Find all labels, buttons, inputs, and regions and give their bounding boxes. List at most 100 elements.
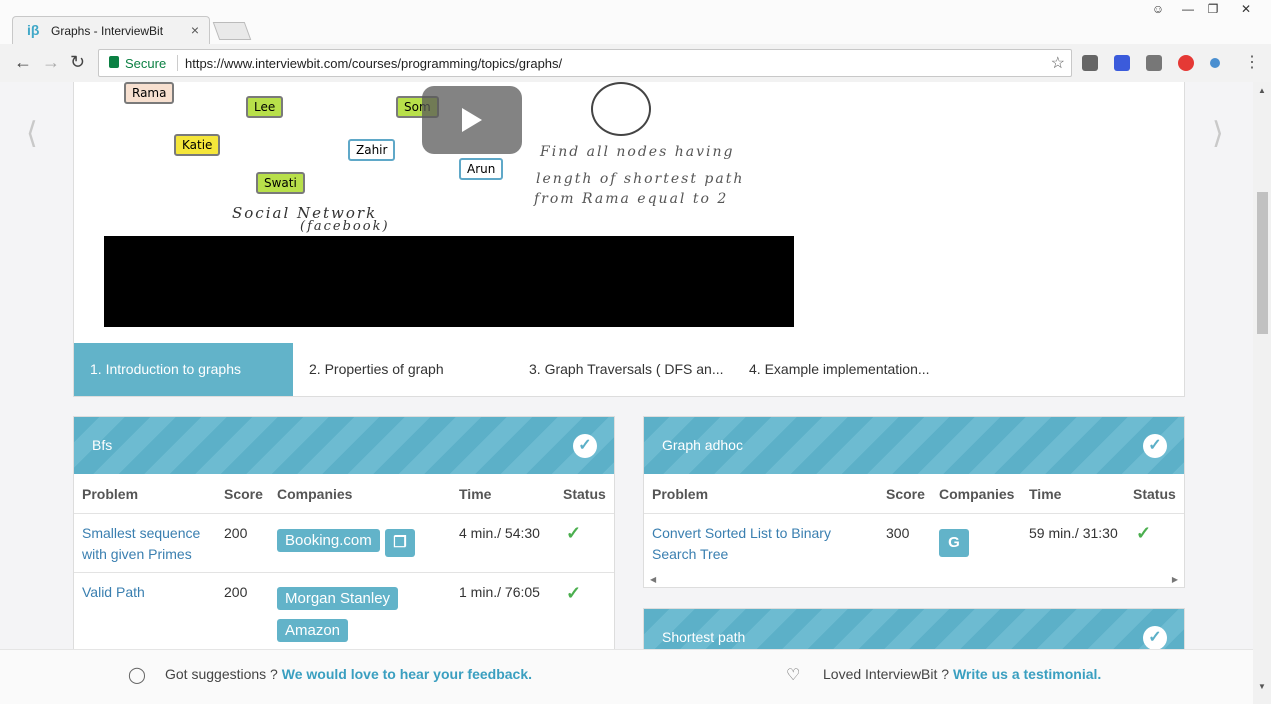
scroll-left-icon[interactable]: ◀ bbox=[650, 575, 656, 584]
omnibox-divider bbox=[177, 55, 178, 71]
graph-node: Katie bbox=[174, 134, 221, 156]
browser-tab[interactable]: iβ Graphs - InterviewBit × bbox=[12, 16, 210, 44]
forward-icon[interactable]: → bbox=[42, 52, 60, 73]
opera-extension-icon[interactable] bbox=[1178, 55, 1194, 71]
loved-label: Loved InterviewBit ? bbox=[823, 666, 950, 682]
scroll-up-icon[interactable]: ▲ bbox=[1258, 86, 1266, 95]
play-button[interactable] bbox=[422, 86, 522, 154]
column-header: Companies bbox=[939, 486, 1015, 502]
google-icon[interactable]: G bbox=[939, 529, 969, 557]
reload-icon[interactable]: ↻ bbox=[70, 52, 85, 73]
note-line: from Rama equal to 2 bbox=[534, 191, 729, 207]
score-value: 200 bbox=[224, 525, 248, 541]
extension-icon[interactable] bbox=[1114, 55, 1130, 71]
extension-dots-icon[interactable] bbox=[1210, 58, 1220, 68]
problem-link[interactable]: Search Tree bbox=[652, 544, 728, 565]
suggestions-text: Got suggestions ? We would love to hear … bbox=[165, 666, 532, 682]
play-icon bbox=[462, 108, 482, 132]
note-line: Find all nodes having bbox=[540, 144, 735, 160]
column-header: Score bbox=[886, 486, 925, 502]
row-divider bbox=[74, 513, 614, 514]
heart-chat-icon: ♡ bbox=[786, 667, 801, 684]
company-tag[interactable]: Booking.com bbox=[277, 529, 380, 552]
next-slide-icon[interactable]: ⟩ bbox=[1212, 116, 1224, 151]
scroll-right-icon[interactable]: ▶ bbox=[1172, 575, 1178, 584]
restore-icon[interactable]: ❐ bbox=[1200, 2, 1226, 20]
browser-chrome: iβ Graphs - InterviewBit × ☺ — ❐ ✕ ← → ↻… bbox=[0, 0, 1271, 82]
row-divider bbox=[644, 513, 1184, 514]
problem-link[interactable]: Convert Sorted List to Binary bbox=[652, 523, 831, 544]
scrollbar-thumb[interactable] bbox=[1257, 192, 1268, 334]
completed-check-icon: ✓ bbox=[1143, 434, 1167, 458]
completed-check-icon: ✓ bbox=[573, 434, 597, 458]
column-header: Problem bbox=[652, 486, 709, 502]
prev-slide-icon[interactable]: ⟨ bbox=[26, 116, 38, 151]
problem-link[interactable]: Valid Path bbox=[82, 582, 145, 603]
feedback-link[interactable]: We would love to hear your feedback. bbox=[282, 666, 532, 682]
column-header: Companies bbox=[277, 486, 353, 502]
browser-menu-icon[interactable]: ⋮ bbox=[1244, 52, 1260, 72]
bookmark-star-icon[interactable]: ☆ bbox=[1051, 53, 1065, 73]
feedback-footer: ◯ Got suggestions ? We would love to hea… bbox=[0, 649, 1253, 704]
problem-link[interactable]: Smallest sequence bbox=[82, 523, 200, 544]
graph-node: Lee bbox=[246, 96, 284, 118]
graph-node: Rama bbox=[124, 82, 175, 104]
lock-icon bbox=[109, 56, 119, 68]
tab-properties[interactable]: 2. Properties of graph bbox=[293, 343, 513, 396]
pocket-extension-icon[interactable] bbox=[1146, 55, 1162, 71]
lesson-panel: Rama Lee Som Katie Zahir Arun Swati Soci… bbox=[73, 82, 1185, 397]
card-header: Bfs ✓ bbox=[74, 417, 614, 474]
windows-icon[interactable]: ❒ bbox=[385, 529, 415, 557]
url-text[interactable]: https://www.interviewbit.com/courses/pro… bbox=[185, 56, 562, 71]
lightbulb-icon: ◯ bbox=[128, 667, 146, 684]
minimize-icon[interactable]: — bbox=[1175, 2, 1201, 20]
site-logo-icon: iβ bbox=[27, 22, 40, 38]
time-value: 59 min./ 31:30 bbox=[1029, 525, 1118, 541]
close-tab-icon[interactable]: × bbox=[191, 22, 199, 38]
card-title: Graph adhoc bbox=[662, 437, 743, 453]
horizontal-scrollbar[interactable]: ◀ ▶ bbox=[650, 575, 1178, 585]
solved-check-icon: ✓ bbox=[566, 583, 582, 603]
column-header: Score bbox=[224, 486, 263, 502]
page-viewport: ⟨ ⟩ Rama Lee Som Katie Zahir Arun Swati … bbox=[0, 82, 1253, 704]
video-player[interactable]: Rama Lee Som Katie Zahir Arun Swati Soci… bbox=[104, 82, 794, 327]
card-header: Graph adhoc ✓ bbox=[644, 417, 1184, 474]
company-tag[interactable]: Amazon bbox=[277, 619, 349, 642]
close-window-icon[interactable]: ✕ bbox=[1233, 2, 1259, 20]
tab-strip: iβ Graphs - InterviewBit × ☺ — ❐ ✕ bbox=[0, 0, 1271, 44]
scroll-down-icon[interactable]: ▼ bbox=[1258, 682, 1266, 691]
card-title: Bfs bbox=[92, 437, 113, 453]
suggestions-label: Got suggestions ? bbox=[165, 666, 278, 682]
tab-traversals[interactable]: 3. Graph Traversals ( DFS an... bbox=[513, 343, 733, 396]
row-divider bbox=[74, 572, 614, 573]
profile-icon[interactable]: ☺ bbox=[1145, 2, 1171, 20]
graph-node: Zahir bbox=[348, 139, 396, 161]
graph-node: Arun bbox=[459, 158, 504, 180]
score-value: 200 bbox=[224, 584, 248, 600]
address-bar[interactable]: Secure https://www.interviewbit.com/cour… bbox=[98, 49, 1072, 77]
column-header: Status bbox=[1133, 486, 1176, 502]
card-title: Shortest path bbox=[662, 629, 746, 645]
video-letterbox bbox=[104, 236, 794, 327]
testimonial-link[interactable]: Write us a testimonial. bbox=[953, 666, 1101, 682]
page-scrollbar[interactable]: ▲ ▼ bbox=[1253, 82, 1271, 704]
graph-adhoc-card: Graph adhoc ✓ Problem Score Companies Ti… bbox=[643, 416, 1185, 588]
facebook-caption: (facebook) bbox=[300, 219, 390, 234]
column-header: Problem bbox=[82, 486, 139, 502]
graph-node: Swati bbox=[256, 172, 305, 194]
angular-extension-icon[interactable] bbox=[1082, 55, 1098, 71]
professor-face-icon bbox=[591, 82, 651, 136]
time-value: 4 min./ 54:30 bbox=[459, 525, 540, 541]
testimonial-text: Loved InterviewBit ? Write us a testimon… bbox=[823, 666, 1101, 682]
time-value: 1 min./ 76:05 bbox=[459, 584, 540, 600]
browser-toolbar: ← → ↻ Secure https://www.interviewbit.co… bbox=[0, 44, 1271, 82]
problem-link[interactable]: with given Primes bbox=[82, 544, 192, 565]
tab-title: Graphs - InterviewBit bbox=[51, 24, 164, 38]
secure-label: Secure bbox=[125, 56, 167, 71]
note-line: length of shortest path bbox=[536, 171, 745, 187]
tab-introduction[interactable]: 1. Introduction to graphs bbox=[74, 343, 293, 396]
company-tag[interactable]: Morgan Stanley bbox=[277, 587, 399, 610]
tab-example[interactable]: 4. Example implementation... bbox=[733, 343, 953, 396]
back-icon[interactable]: ← bbox=[14, 52, 32, 73]
new-tab-button[interactable] bbox=[212, 22, 252, 40]
